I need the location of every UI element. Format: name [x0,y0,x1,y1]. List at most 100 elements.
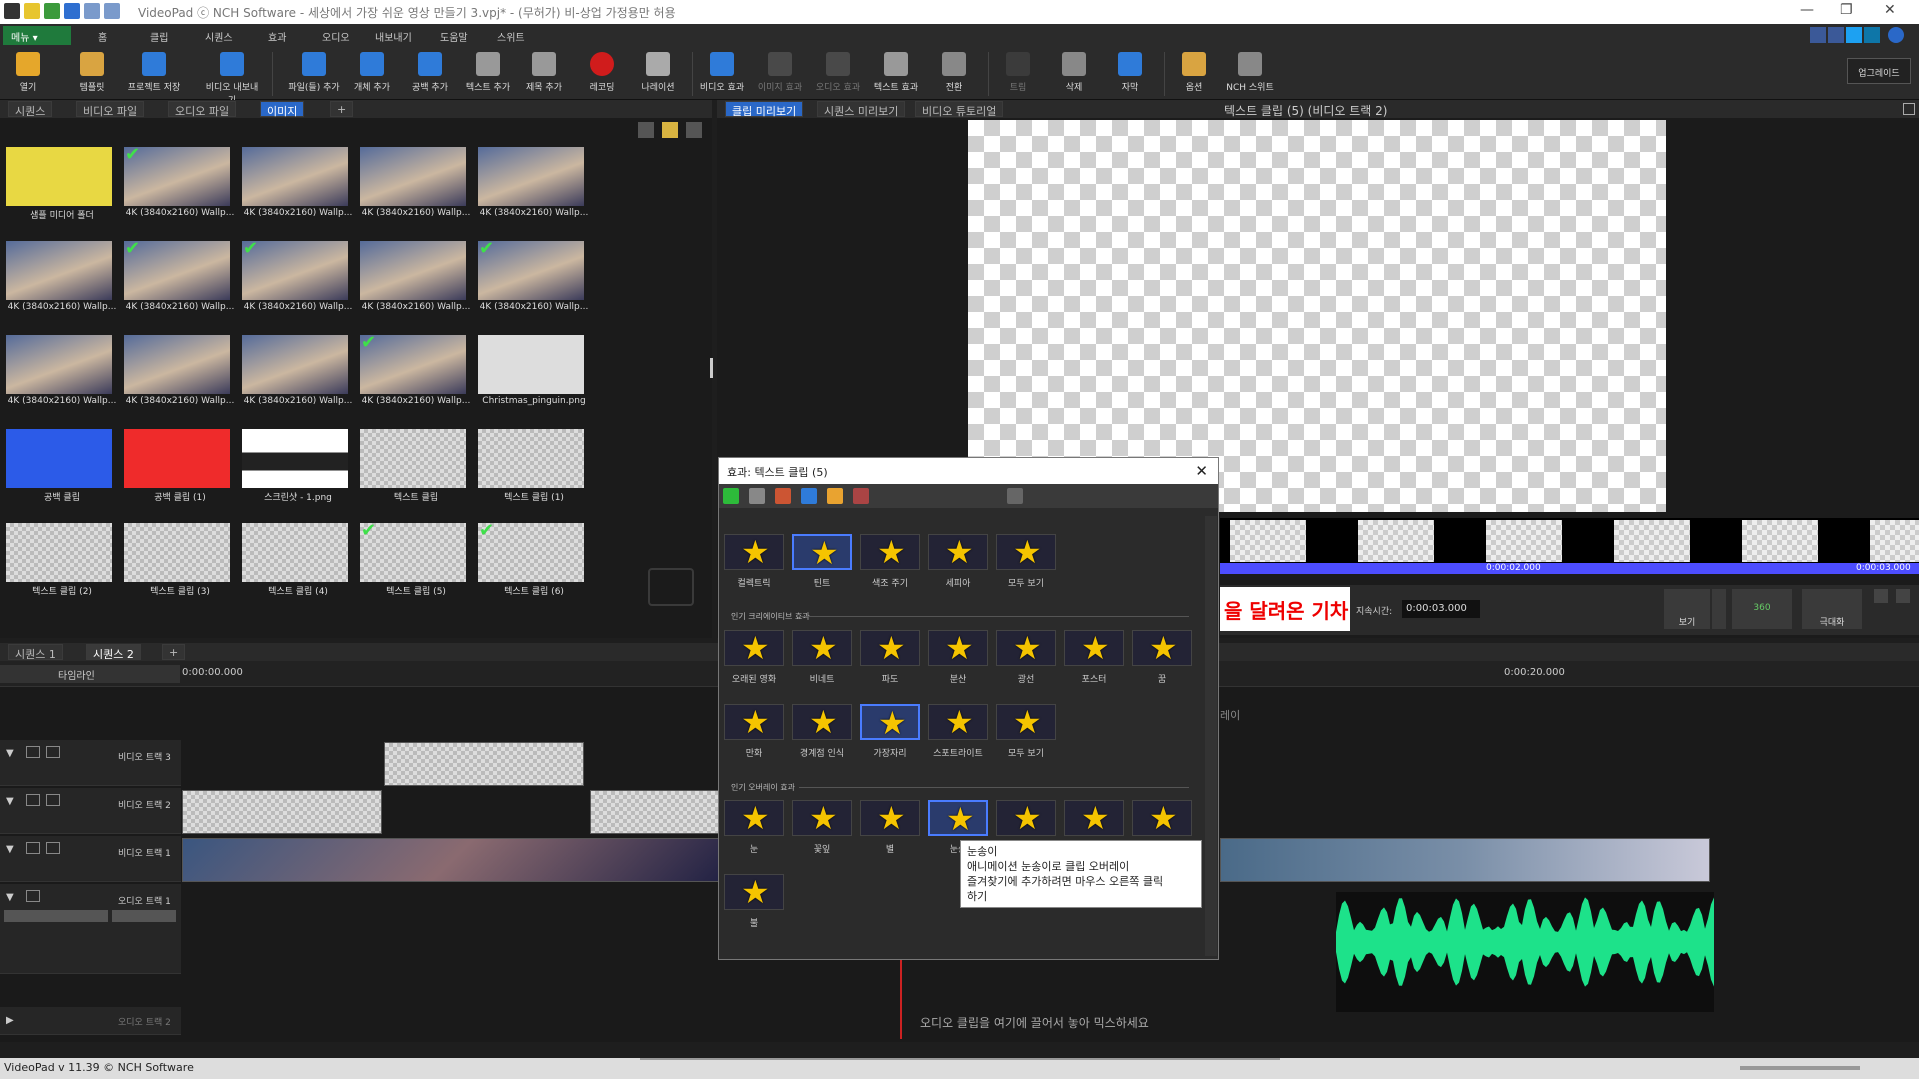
edit-effect-icon[interactable] [827,488,843,504]
audio-clip[interactable] [1336,892,1714,1012]
add-tab-button[interactable]: + [330,101,354,117]
tab-clip-preview[interactable]: 클립 미리보기 [725,101,804,118]
zoom-in-icon[interactable] [1896,589,1910,603]
trash-icon[interactable] [638,122,654,138]
media-thumbnail[interactable]: 4K (3840x2160) Wallp... [121,332,234,420]
menu-audio[interactable]: 오디오 [322,29,350,44]
effect-item[interactable]: 색조 주기 [859,533,921,596]
media-thumbnail[interactable]: 4K (3840x2160) Wallp... [475,144,588,232]
effects-scrollbar[interactable] [1205,516,1217,956]
expand-icon[interactable]: ▼ [6,844,14,855]
add-files-button[interactable]: 파일(들) 추가 [286,50,342,98]
media-thumbnail[interactable]: ✔ 4K (3840x2160) Wallp... [239,238,352,326]
timeline-clip[interactable] [590,790,720,834]
expand-icon[interactable]: ▼ [6,796,14,807]
menu-effects[interactable]: 효과 [268,29,286,44]
tab-video-files[interactable]: 비디오 파일 [76,101,145,118]
add-text-button[interactable]: 텍스트 추가 [460,50,516,98]
twitter-icon[interactable] [1846,27,1862,43]
visibility-icon[interactable] [26,794,40,806]
template-button[interactable]: 템플릿 [64,50,120,98]
view-button[interactable]: 보기 [1664,589,1710,629]
tab-sequence-2[interactable]: 시퀀스 2 [86,644,141,661]
speaker-icon[interactable] [26,890,40,902]
effect-item[interactable]: 꿈 [1131,629,1193,692]
redo-icon[interactable] [104,3,120,19]
tab-audio-files[interactable]: 오디오 파일 [168,101,237,118]
menu-export[interactable]: 내보내기 [375,29,412,44]
undo-icon[interactable] [84,3,100,19]
pan-slider[interactable] [112,910,176,922]
open-icon[interactable] [44,3,60,19]
help-icon[interactable] [1888,27,1904,43]
effect-item[interactable]: 틴트 [791,534,853,596]
fullscreen-button[interactable]: 극대화 [1802,589,1862,629]
nch-suite-button[interactable]: NCH 스위트 [1222,50,1278,98]
timeline-clip[interactable] [384,742,584,786]
tab-sequences[interactable]: 시퀀스 [8,101,53,118]
timeline-clip[interactable] [182,838,722,882]
main-menu-button[interactable]: 메뉴 ▾ [3,26,71,45]
media-thumbnail[interactable]: ✔ 4K (3840x2160) Wallp... [475,238,588,326]
image-effects-button[interactable]: 이미지 효과 [752,50,808,98]
facebook-icon[interactable] [1828,27,1844,43]
add-object-button[interactable]: 개체 추가 [344,50,400,98]
remove-effect-icon[interactable] [775,488,791,504]
media-thumbnail[interactable]: ✔ 4K (3840x2160) Wallp... [121,238,234,326]
effect-item[interactable]: 가장자리 [859,704,921,766]
media-thumbnail[interactable]: 텍스트 클립 (1) [475,426,587,514]
effect-item[interactable]: 오래된 영화 [723,629,785,692]
pin-icon[interactable] [1007,488,1023,504]
effect-item[interactable]: 별 [859,799,921,862]
media-thumbnail[interactable]: ✔ 텍스트 클립 (6) [475,520,587,608]
effect-item[interactable]: 경계점 인식 [791,703,853,766]
media-thumbnail[interactable]: 4K (3840x2160) Wallp... [239,332,352,420]
keyframe-icon[interactable] [853,488,869,504]
zoom-out-icon[interactable] [1874,589,1888,603]
media-thumbnail[interactable]: 텍스트 클립 (2) [3,520,115,608]
media-thumbnail[interactable]: 공백 클립 (1) [121,426,233,514]
blend-icon[interactable] [46,794,60,806]
effect-item[interactable]: 꽃잎 [791,799,853,862]
add-effect-icon[interactable] [723,488,739,504]
effect-item[interactable]: 세피아 [927,533,989,596]
view-dropdown-arrow[interactable] [1712,589,1726,629]
tab-video-tutorial[interactable]: 비디오 튜토리얼 [915,101,1004,118]
blend-icon[interactable] [46,746,60,758]
effect-item[interactable]: 모두 보기 [995,533,1057,596]
volume-slider[interactable] [4,910,108,922]
narration-button[interactable]: 나레이션 [630,50,686,98]
vr360-button[interactable]: 360 [1732,589,1792,629]
undock-icon[interactable] [1903,103,1915,115]
new-project-icon[interactable] [24,3,40,19]
menu-clip[interactable]: 클립 [150,29,168,44]
effect-item[interactable]: 분산 [927,629,989,692]
tab-images[interactable]: 이미지 [260,101,305,118]
effect-item[interactable]: 비네트 [791,629,853,692]
menu-help[interactable]: 도움말 [440,29,468,44]
linkedin-icon[interactable] [1864,27,1880,43]
open-button[interactable]: 열기 [0,50,56,98]
effect-item[interactable]: 눈 [723,799,785,862]
new-folder-icon[interactable] [662,122,678,138]
media-thumbnail[interactable]: 4K (3840x2160) Wallp... [3,332,116,420]
preview-progress-bar[interactable]: 0:00:02.000 0:00:03.000 [1220,563,1919,574]
splitter[interactable] [710,358,713,378]
save-project-button[interactable]: 프로젝트 저장 [126,50,182,98]
transition-button[interactable]: 전환 [926,50,982,98]
media-thumbnail[interactable]: ✔ 4K (3840x2160) Wallp... [357,332,470,420]
effect-item[interactable]: 불 [723,873,785,936]
expand-icon[interactable]: ▼ [6,748,14,759]
export-video-button[interactable]: 비디오 내보내기 [204,50,260,106]
audio-effects-button[interactable]: 오디오 효과 [810,50,866,98]
text-effects-button[interactable]: 텍스트 효과 [868,50,924,98]
expand-icon[interactable]: ▼ [6,892,14,903]
add-title-button[interactable]: 제목 추가 [516,50,572,98]
tab-sequence-1[interactable]: 시퀀스 1 [8,644,63,661]
media-thumbnail[interactable]: 스크린샷 - 1.png [239,426,351,514]
media-thumbnail[interactable]: 4K (3840x2160) Wallp... [357,238,470,326]
close-icon[interactable]: ✕ [1195,462,1208,480]
effect-item[interactable]: 만화 [723,703,785,766]
media-thumbnail[interactable]: 4K (3840x2160) Wallp... [3,238,116,326]
media-thumbnail[interactable]: 샘플 미디어 폴더 [3,144,115,232]
